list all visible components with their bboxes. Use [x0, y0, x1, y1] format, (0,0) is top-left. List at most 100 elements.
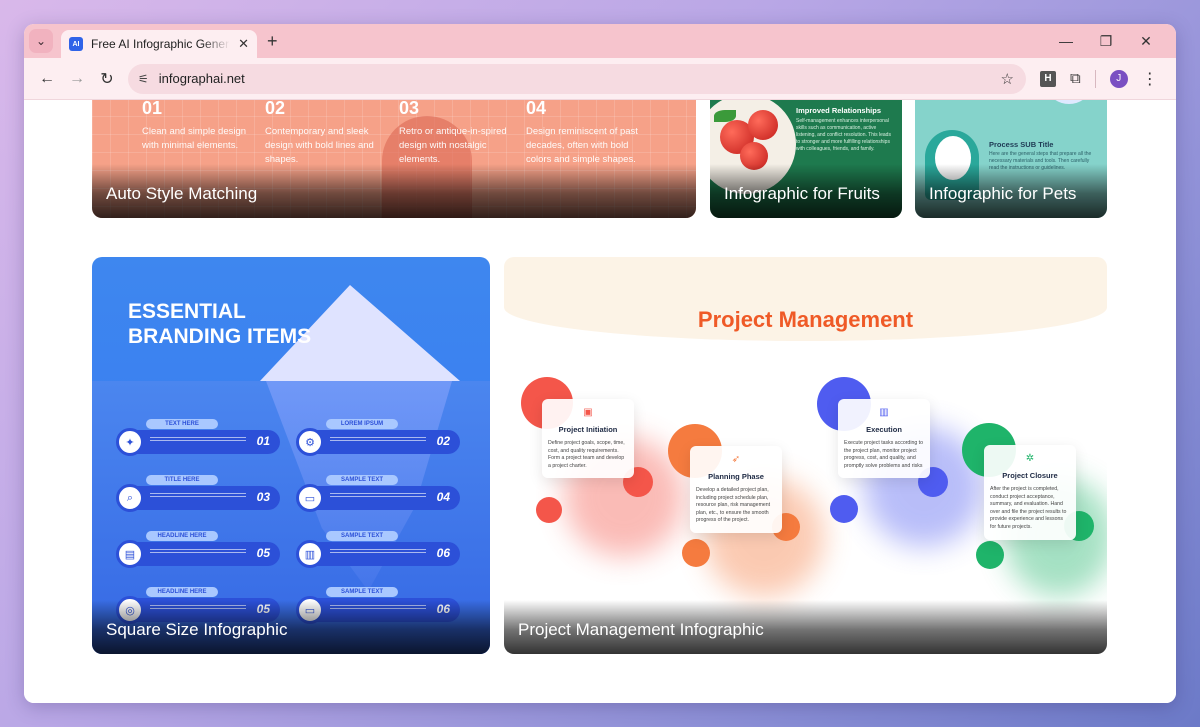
- branding-item: ▥ SAMPLE TEXT 06: [296, 531, 460, 568]
- card-caption: Infographic for Pets: [915, 164, 1107, 218]
- site-settings-icon[interactable]: ⚟: [138, 72, 149, 86]
- card-infographic-fruits[interactable]: Improved Relationships Self-management e…: [710, 100, 902, 218]
- phase-ball: [536, 497, 562, 523]
- phase-ball: [976, 541, 1004, 569]
- phase-ball: [830, 495, 858, 523]
- bar-chart-icon: ▥: [879, 407, 889, 418]
- monitor-icon: ▭: [296, 484, 324, 512]
- phase-text: After the project is completed, conduct …: [990, 486, 1067, 530]
- phase-card: ▥ Execution Execute project tasks accord…: [838, 399, 930, 479]
- toolbar-separator: [1094, 69, 1096, 88]
- step-2: 02 Contemporary and sleek design with bo…: [265, 100, 385, 167]
- item-number: 01: [256, 434, 270, 448]
- step-1: 01 Clean and simple design with minimal …: [142, 100, 262, 153]
- extensions-puzzle-icon[interactable]: ⧉: [1070, 70, 1081, 87]
- leaf-image: [714, 110, 736, 122]
- rocket-icon: ➶: [731, 454, 741, 465]
- profile-avatar[interactable]: J: [1109, 69, 1128, 88]
- close-icon[interactable]: ✕: [238, 36, 249, 52]
- phase-title: Planning Phase: [708, 472, 764, 481]
- tab-title: Free AI Infographic Generator -: [91, 37, 230, 51]
- phase-title: Project Closure: [1002, 471, 1058, 480]
- step-description: Contemporary and sleek design with bold …: [265, 126, 374, 165]
- phase-title: Execution: [866, 425, 902, 434]
- kebab-menu-icon[interactable]: ⋮: [1142, 69, 1158, 89]
- square-title-line1: ESSENTIAL: [128, 300, 246, 323]
- phase-text: Develop a detailed project plan, includi…: [696, 487, 771, 524]
- presentation-icon: ▣: [583, 407, 593, 418]
- step-number: 03: [399, 100, 420, 118]
- chart-icon: ▥: [296, 540, 324, 568]
- lightbulb-icon: ✦: [116, 428, 144, 456]
- item-tag: SAMPLE TEXT: [326, 531, 398, 541]
- bookmark-star-icon[interactable]: ☆: [1001, 70, 1014, 88]
- back-button[interactable]: ←: [32, 70, 62, 88]
- card-caption: Square Size Infographic: [92, 600, 490, 654]
- phase-title: Project Initiation: [558, 425, 618, 434]
- card-infographic-pets[interactable]: Process SUB Title Here are the general s…: [915, 100, 1107, 218]
- step-number: 02: [265, 100, 286, 118]
- gear-icon: ✲: [1025, 453, 1035, 464]
- item-text-lines: [150, 493, 246, 497]
- project-title: Project Management: [697, 307, 914, 332]
- address-bar[interactable]: ⚟ infographai.net ☆: [128, 63, 1026, 94]
- apple-image: [748, 110, 778, 140]
- card-caption: Project Management Infographic: [504, 600, 1107, 654]
- step-description: Retro or antique-in-spired design with n…: [399, 126, 507, 165]
- phase-ball: [682, 539, 710, 567]
- square-title: ESSENTIAL BRANDING ITEMS: [128, 299, 311, 349]
- step-description: Clean and simple design with minimal ele…: [142, 126, 247, 151]
- square-title-line2: BRANDING ITEMS: [128, 325, 312, 348]
- card-project-management-infographic[interactable]: Project Management ▣ Project Initiation …: [504, 257, 1107, 654]
- item-tag: HEADLINE HERE: [146, 587, 218, 597]
- chevron-down-icon: ⌄: [35, 34, 47, 48]
- tab-active[interactable]: AI Free AI Infographic Generator - ✕: [61, 30, 257, 58]
- card-auto-style-matching[interactable]: 01 Clean and simple design with minimal …: [92, 100, 696, 218]
- item-tag: SAMPLE TEXT: [326, 475, 398, 485]
- favicon-icon: AI: [69, 37, 83, 51]
- new-tab-button[interactable]: +: [267, 31, 278, 52]
- step-3: 03 Retro or antique-in-spired design wit…: [399, 100, 519, 167]
- branding-item: ⚙ LOREM IPSUM 02: [296, 419, 460, 456]
- branding-item: ⌕ TITLE HERE 03: [116, 475, 280, 512]
- card-caption: Auto Style Matching: [92, 164, 696, 218]
- item-number: 02: [436, 434, 450, 448]
- window-close-icon[interactable]: ✕: [1126, 33, 1166, 50]
- item-tag: TEXT HERE: [146, 419, 218, 429]
- pet-image: [1049, 100, 1089, 104]
- item-tag: LOREM IPSUM: [326, 419, 398, 429]
- branding-item: ✦ TEXT HERE 01: [116, 419, 280, 456]
- gear-icon: ⚙: [296, 428, 324, 456]
- restore-icon[interactable]: ❐: [1086, 33, 1126, 50]
- item-number: 06: [436, 546, 450, 560]
- browser-window: ⌄ AI Free AI Infographic Generator - ✕ +…: [24, 24, 1176, 703]
- item-tag: HEADLINE HERE: [146, 531, 218, 541]
- item-text-lines: [330, 493, 426, 497]
- phase-card: ▣ Project Initiation Define project goal…: [542, 399, 634, 479]
- branding-item: ▤ HEADLINE HERE 05: [116, 531, 280, 568]
- card-square-size-infographic[interactable]: ESSENTIAL BRANDING ITEMS ✦ TEXT HERE 01 …: [92, 257, 490, 654]
- phase-text: Define project goals, scope, time, cost,…: [548, 440, 625, 469]
- card-caption: Infographic for Fruits: [710, 164, 902, 218]
- item-number: 05: [256, 546, 270, 560]
- extension-h-icon[interactable]: H: [1040, 70, 1056, 87]
- step-description: Design reminiscent of past decades, ofte…: [526, 126, 638, 165]
- phase-text: Execute project tasks according to the p…: [844, 440, 924, 469]
- item-tag: SAMPLE TEXT: [326, 587, 398, 597]
- tab-search-button[interactable]: ⌄: [29, 29, 53, 53]
- fruits-text: Self-management enhances interpersonal s…: [796, 118, 891, 152]
- phase-card: ✲ Project Closure After the project is c…: [984, 445, 1076, 540]
- window-controls: — ❐ ✕: [1046, 24, 1166, 58]
- pets-heading: Process SUB Title: [989, 140, 1054, 149]
- tab-strip: ⌄ AI Free AI Infographic Generator - ✕ +…: [24, 24, 1176, 58]
- step-number: 04: [526, 100, 547, 118]
- reload-button[interactable]: ↻: [92, 69, 122, 89]
- item-text-lines: [330, 549, 426, 553]
- forward-button[interactable]: →: [62, 70, 92, 88]
- item-text-lines: [150, 437, 246, 441]
- step-number: 01: [142, 100, 163, 118]
- item-text-lines: [150, 549, 246, 553]
- phase-card: ➶ Planning Phase Develop a detailed proj…: [690, 446, 782, 533]
- search-icon: ⌕: [116, 484, 144, 512]
- minimize-icon[interactable]: —: [1046, 33, 1086, 49]
